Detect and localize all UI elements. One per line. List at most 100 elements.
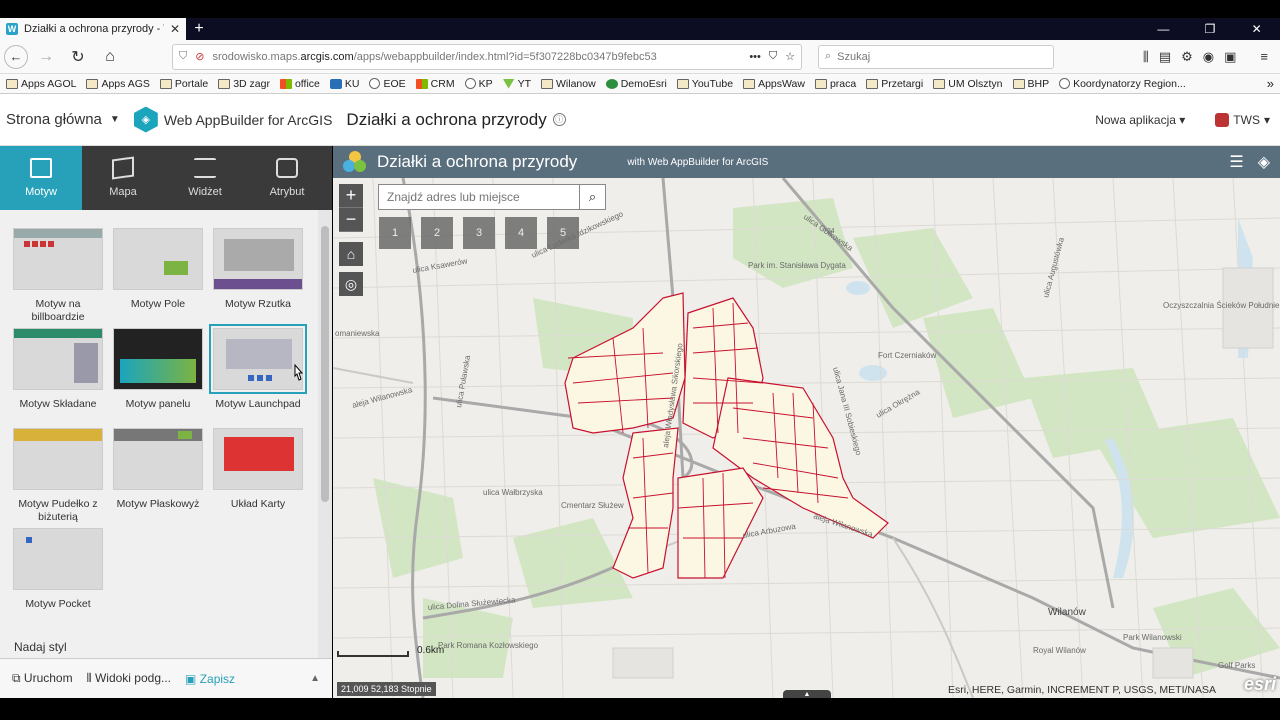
bookmark-item[interactable]: Przetargi [866,78,923,90]
folder-icon [814,78,827,89]
zoom-in-button[interactable]: + [339,184,363,208]
bookmark-1-button[interactable]: 1 [379,217,411,249]
theme-foldable[interactable]: Motyw Składane [8,328,108,426]
label-park-wilanowski: Park Wilanowski [1123,633,1182,642]
folder-icon [86,78,99,89]
theme-cards[interactable]: Układ Karty [208,428,308,526]
info-icon[interactable]: ⓘ [552,113,566,126]
minimize-icon[interactable]: — [1140,22,1186,36]
page-actions-icon[interactable]: ••• [749,51,761,63]
new-app-menu[interactable]: Nowa aplikacja ▾ [1095,113,1185,127]
preview-button[interactable]: ⫴ Widoki podg... [87,671,171,686]
bookmark-4-button[interactable]: 4 [505,217,537,249]
address-bar[interactable]: ⛉ ⊘ srodowisko.maps.arcgis.com/apps/weba… [172,43,802,70]
layers-icon[interactable]: ◈ [1258,152,1270,172]
more-bookmarks-icon[interactable]: » [1267,76,1274,91]
bookmark-item[interactable]: DemoEsri [605,78,667,90]
folder-icon [159,78,172,89]
avatar [1215,112,1230,127]
bookmark-item[interactable]: Koordynatorzy Region... [1059,78,1186,90]
tab-theme[interactable]: Motyw [0,146,82,210]
user-menu[interactable]: TWS ▾ [1215,112,1270,127]
home-menu[interactable]: Strona główna ▼ [6,111,120,128]
caret-up-icon[interactable]: ▲ [310,673,320,684]
label-walbrzyska: ulica Wałbrzyska [483,488,543,497]
bookmark-item[interactable]: UM Olsztyn [933,78,1003,90]
bookmark-item[interactable]: 3D zagr [218,78,270,90]
webappbuilder-favicon-icon: W [6,23,18,35]
bookmark-item[interactable]: Apps AGS [86,78,150,90]
bottom-panel-handle[interactable]: ▲ [783,690,831,698]
theme-box[interactable]: Motyw Pole [108,228,208,326]
theme-thumbnail [209,324,307,394]
search-icon[interactable]: ⌕ [579,185,605,209]
theme-pocket[interactable]: Motyw Pocket [8,528,108,626]
close-tab-icon[interactable]: ✕ [170,22,180,36]
bookmark-item[interactable]: praca [814,78,856,90]
basemap[interactable]: ulica Gołkowska ulica Puławska ulica Ksa… [333,178,1280,698]
new-tab-button[interactable]: + [186,18,212,40]
bookmark-item[interactable]: Wilanow [541,78,596,90]
geocoder-input[interactable] [379,185,579,209]
bookmark-item[interactable]: Apps AGOL [6,78,76,90]
sidebar-icon[interactable]: ▤ [1159,49,1171,65]
list-icon[interactable]: ☰ [1229,152,1243,172]
coordinates-display[interactable]: 21,009 52,183 Stopnie [337,682,436,696]
bookmark-5-button[interactable]: 5 [547,217,579,249]
close-window-icon[interactable]: ✕ [1234,22,1280,36]
theme-billboard[interactable]: Motyw na billboardzie [8,228,108,326]
tab-widget[interactable]: Widżet [164,146,246,210]
map-app-title: Działki a ochrona przyrody [377,152,578,171]
tab-attribute[interactable]: Atrybut [246,146,328,210]
bookmark-item[interactable]: Portale [159,78,208,90]
run-button[interactable]: ⧉ Uruchom [12,671,73,686]
wab-logo: ◈ Web AppBuilder for ArcGIS [133,106,332,133]
bookmark-item[interactable]: KP [464,78,493,90]
globe-icon [369,78,381,89]
browser-tabbar: W Działki a ochrona przyrody - W ✕ + — ❐… [0,18,1280,40]
bookmark-item[interactable]: EOE [369,78,406,90]
bookmark-2-button[interactable]: 2 [421,217,453,249]
addon-icon[interactable]: ▣ [1224,49,1236,65]
insecure-icon: ⊘ [195,51,205,63]
bookmark-3-button[interactable]: 3 [463,217,495,249]
library-icon[interactable]: ⫼ [1143,49,1149,65]
save-button[interactable]: ▣ Zapisz [185,672,235,686]
bookmark-item[interactable]: CRM [415,78,455,90]
map-preview[interactable]: Działki a ochrona przyrody with Web AppB… [333,146,1280,698]
sync-icon[interactable]: ◉ [1203,49,1214,65]
home-extent-button[interactable]: ⌂ [339,242,363,266]
zoom-out-button[interactable]: − [339,208,363,232]
theme-jewelry-box[interactable]: Motyw Pudełko z biżuterią [8,428,108,526]
folder-icon [6,78,18,89]
label-romaniewska: omaniewska [335,329,380,338]
pocket-icon[interactable]: ⛉ [769,50,777,63]
bookmark-star-icon[interactable]: ☆ [785,50,795,63]
bookmark-item[interactable]: YouTube [676,78,733,90]
forward-icon[interactable]: → [32,43,60,71]
builder-footer: ⧉ Uruchom ⫴ Widoki podg... ▣ Zapisz ▲ [0,658,332,698]
bookmark-item[interactable]: AppsWaw [743,78,805,90]
builder-left-panel: Motyw Mapa Widżet Atrybut Motyw na billb… [0,146,332,698]
home-icon[interactable]: ⌂ [96,43,124,71]
theme-dart[interactable]: Motyw Rzutka [208,228,308,326]
my-location-button[interactable]: ◎ [339,272,363,296]
back-icon[interactable]: ← [4,44,28,69]
label-golf: Golf Parks [1218,661,1255,670]
theme-plateau[interactable]: Motyw Płaskowyż [108,428,208,526]
theme-dashboard[interactable]: Motyw panelu [108,328,208,426]
bookmark-item[interactable]: office [279,78,320,90]
menu-icon[interactable]: ≡ [1260,49,1268,65]
theme-scrollbar[interactable] [318,210,332,658]
extension-icon[interactable]: ⚙ [1181,49,1193,65]
browser-search-input[interactable]: ⌕ Szukaj [818,44,1054,69]
bookmark-item[interactable]: KU [329,78,359,90]
bookmark-item[interactable]: YT [502,78,531,90]
browser-tab-active[interactable]: W Działki a ochrona przyrody - W ✕ [0,18,186,40]
bookmark-item[interactable]: BHP [1012,78,1049,90]
tab-map[interactable]: Mapa [82,146,164,210]
reload-icon[interactable]: ↻ [64,43,92,71]
folder-icon [743,78,756,89]
folder-icon [541,78,554,89]
maximize-icon[interactable]: ❐ [1187,22,1233,36]
